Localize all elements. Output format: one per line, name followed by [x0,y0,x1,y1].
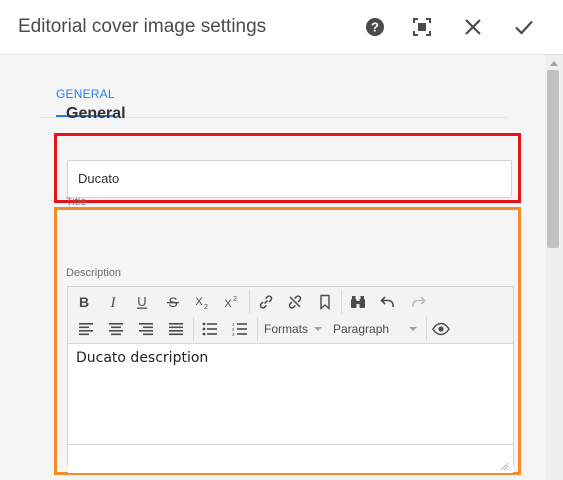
align-right-icon [139,323,153,336]
subscript-icon: X2 [195,296,208,309]
strikethrough-icon: S [167,295,179,309]
bold-button[interactable]: B [72,290,96,314]
unlink-button[interactable] [283,290,307,314]
find-replace-button[interactable] [346,290,370,314]
undo-button[interactable] [376,290,400,314]
undo-icon [380,296,394,307]
toolbar-separator [257,317,258,341]
align-left-button[interactable] [74,317,98,341]
svg-text:3: 3 [232,332,235,336]
dialog-header: Editorial cover image settings ? [0,0,563,55]
chevron-down-icon [314,327,323,331]
close-icon [465,19,481,35]
link-icon [259,295,273,309]
italic-button[interactable]: I [101,290,125,314]
confirm-button[interactable] [512,15,536,39]
justify-button[interactable] [164,317,188,341]
align-right-button[interactable] [134,317,158,341]
bold-icon: B [79,295,89,309]
description-label: Description [66,267,122,279]
svg-text:I: I [110,295,117,309]
underline-button[interactable]: U [130,290,154,314]
numbered-list-icon: 123 [232,322,247,336]
preview-button[interactable] [429,317,453,341]
find-replace-icon [351,296,365,308]
paragraph-label: Paragraph [333,322,390,336]
svg-text:X: X [195,296,203,308]
svg-text:B: B [79,295,89,309]
toolbar-separator [193,317,194,341]
chevron-down-icon [409,327,418,331]
editor-footer [68,444,513,473]
anchor-button[interactable] [313,290,337,314]
formats-label: Formats [264,322,309,336]
svg-text:U: U [137,295,146,309]
numbered-list-button[interactable]: 123 [228,317,252,341]
scroll-up-arrow-icon [550,60,558,66]
paragraph-dropdown[interactable]: Paragraph [333,319,418,339]
superscript-button[interactable]: X2 [219,290,243,314]
help-icon: ? [366,18,384,36]
align-center-button[interactable] [104,317,128,341]
align-center-icon [109,323,123,336]
help-button[interactable]: ? [363,15,387,39]
scroll-up-button[interactable] [545,57,563,69]
toolbar-separator [426,317,427,341]
link-button[interactable] [254,290,278,314]
eye-icon [432,322,450,336]
justify-icon [169,323,183,336]
close-button[interactable] [461,15,485,39]
fullscreen-button[interactable] [410,15,434,39]
redo-icon [412,296,426,307]
toolbar-separator [341,290,342,314]
svg-text:X: X [224,298,232,309]
bulleted-list-icon [202,322,217,336]
rte-toolbar: B I U S X2 X2 [68,287,513,344]
fullscreen-icon [413,18,431,36]
scrollbar-thumb[interactable] [547,70,559,248]
rich-text-editor: B I U S X2 X2 [67,286,514,473]
italic-icon: I [110,295,117,309]
subscript-button[interactable]: X2 [190,290,214,314]
title-input[interactable]: Ducato [67,160,512,198]
section-title: General [66,105,126,122]
svg-text:2: 2 [233,296,237,303]
underline-icon: U [137,295,147,309]
description-editor[interactable]: Ducato description [68,344,513,444]
redo-button[interactable] [406,290,430,314]
dialog-title: Editorial cover image settings [18,16,267,37]
toolbar-separator [249,290,250,314]
unlink-icon [288,295,302,309]
strikethrough-button[interactable]: S [161,290,185,314]
formats-dropdown[interactable]: Formats [264,319,323,339]
dialog: Editorial cover image settings ? GENERAL… [0,0,563,480]
resize-grip-icon[interactable] [499,461,509,471]
svg-text:?: ? [371,20,379,35]
checkmark-icon [515,20,533,35]
superscript-icon: X2 [224,296,237,309]
svg-text:2: 2 [204,304,208,309]
align-left-icon [79,323,93,336]
bulleted-list-button[interactable] [198,317,222,341]
anchor-icon [320,294,330,310]
